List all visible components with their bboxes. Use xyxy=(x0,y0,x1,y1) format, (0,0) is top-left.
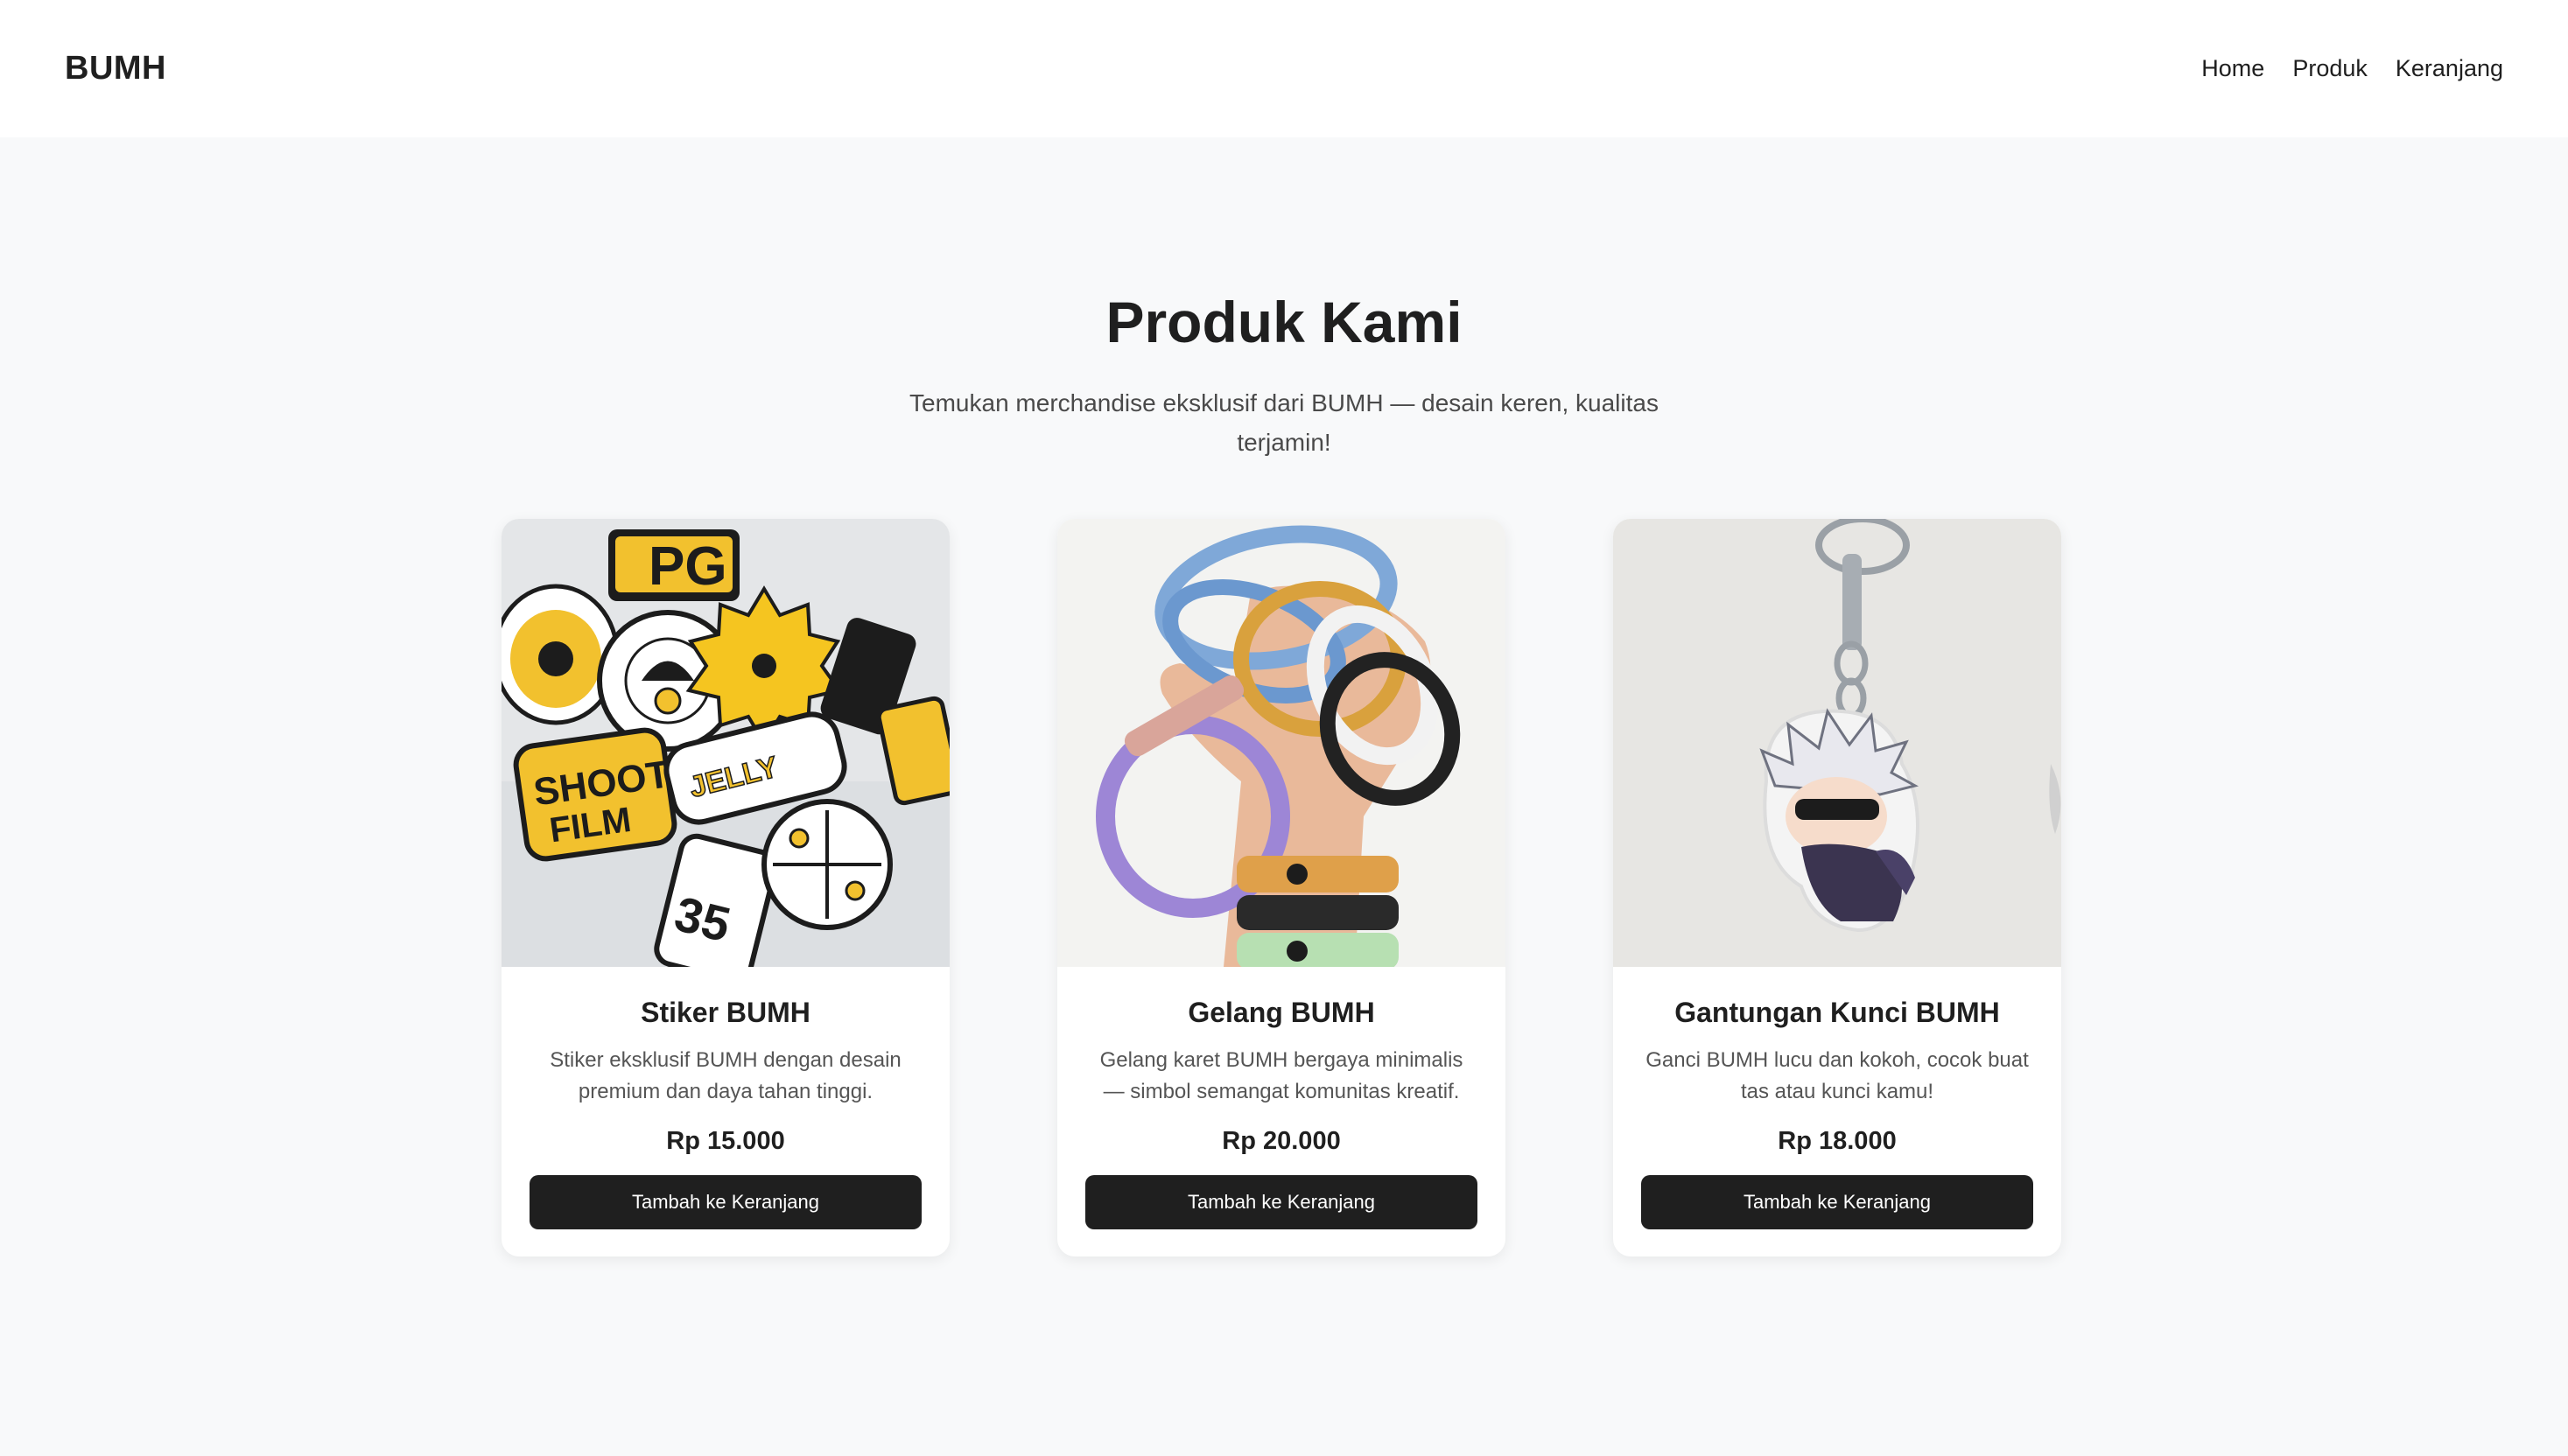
nav-link-produk[interactable]: Produk xyxy=(2292,55,2368,82)
product-price: Rp 18.000 xyxy=(1778,1127,1897,1155)
svg-text:PG: PG xyxy=(649,536,727,597)
product-grid: PG SHOOT FILM JELLY 35 Stiker BUMH Stike… xyxy=(502,519,2061,1256)
page-subtitle: Temukan merchandise eksklusif dari BUMH … xyxy=(909,389,1659,456)
product-description: Gelang karet BUMH bergaya minimalis — si… xyxy=(1099,1048,1463,1103)
product-title: Gantungan Kunci BUMH xyxy=(1674,997,2000,1028)
nav-link-keranjang[interactable]: Keranjang xyxy=(2396,55,2503,82)
add-to-cart-button[interactable]: Tambah ke Keranjang xyxy=(530,1175,922,1229)
nav-link-home[interactable]: Home xyxy=(2201,55,2264,82)
brand-logo[interactable]: BUMH xyxy=(65,50,166,88)
product-card-gelang: Gelang BUMH Gelang karet BUMH bergaya mi… xyxy=(1057,519,1505,1256)
product-description: Ganci BUMH lucu dan kokoh, cocok buat ta… xyxy=(1645,1048,2029,1103)
page-title: Produk Kami xyxy=(1105,290,1463,354)
sticker-pack-photo: PG SHOOT FILM JELLY 35 xyxy=(502,519,950,967)
navbar: BUMH Home Produk Keranjang xyxy=(0,0,2568,137)
product-title: Gelang BUMH xyxy=(1188,997,1375,1028)
rubber-bracelets-photo xyxy=(1057,519,1505,967)
nav-links: Home Produk Keranjang xyxy=(2201,55,2503,82)
product-card-stiker: PG SHOOT FILM JELLY 35 Stiker BUMH Stike… xyxy=(502,519,950,1256)
product-card-gantungan: Gantungan Kunci BUMH Ganci BUMH lucu dan… xyxy=(1613,519,2061,1256)
product-price: Rp 20.000 xyxy=(1222,1127,1341,1155)
acrylic-keychain-photo xyxy=(1613,519,2061,967)
add-to-cart-button[interactable]: Tambah ke Keranjang xyxy=(1085,1175,1477,1229)
add-to-cart-button[interactable]: Tambah ke Keranjang xyxy=(1641,1175,2033,1229)
product-price: Rp 15.000 xyxy=(666,1127,785,1155)
product-description: Stiker eksklusif BUMH dengan desain prem… xyxy=(550,1048,902,1103)
product-title: Stiker BUMH xyxy=(641,997,810,1028)
